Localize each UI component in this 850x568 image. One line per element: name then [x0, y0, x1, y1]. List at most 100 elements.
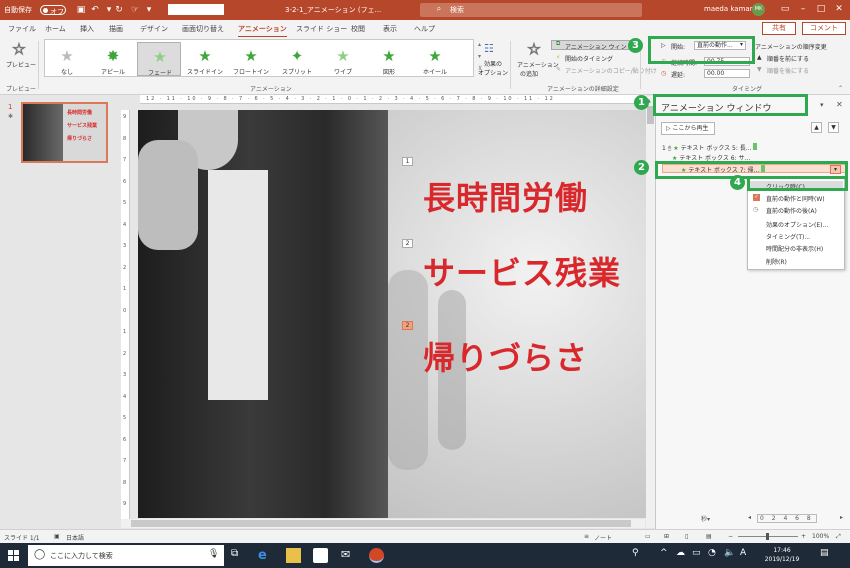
- reading-view-icon[interactable]: ▯: [685, 533, 688, 540]
- tab-help[interactable]: ヘルプ: [414, 24, 435, 34]
- tray-up-icon[interactable]: ^: [660, 548, 675, 563]
- zoom-in-icon[interactable]: +: [801, 533, 806, 540]
- anim-float-in[interactable]: ★ フロートイン: [229, 42, 273, 76]
- animation-tag[interactable]: 2: [402, 239, 413, 248]
- seconds-label[interactable]: 秒▾: [701, 514, 710, 523]
- preview-star-icon[interactable]: ☆: [11, 41, 27, 58]
- slide-canvas[interactable]: 長時間労働 サービス残業 帰りづらさ: [138, 110, 646, 518]
- language[interactable]: 日本語: [66, 533, 84, 542]
- save-icon[interactable]: ▣: [76, 5, 86, 15]
- trigger-label[interactable]: 開始のタイミング: [565, 54, 613, 63]
- undo-dropdown-icon[interactable]: ▾: [104, 5, 114, 15]
- anim-wheel[interactable]: ★ ホイール: [413, 42, 457, 76]
- anim-wipe[interactable]: ★ ワイプ: [321, 42, 365, 76]
- add-animation-label[interactable]: アニメーション: [517, 60, 559, 69]
- avatar[interactable]: MK: [752, 3, 765, 16]
- effect-options-label[interactable]: 効果の: [484, 59, 502, 68]
- slide-text-line2[interactable]: サービス残業: [423, 248, 621, 294]
- gallery-scroll-down-icon[interactable]: ▾: [478, 53, 481, 60]
- spellcheck-icon[interactable]: ▣: [54, 533, 60, 540]
- anim-none[interactable]: ★ なし: [45, 42, 89, 76]
- play-from-button[interactable]: ▷ ここから再生: [661, 122, 715, 135]
- maximize-icon[interactable]: □: [814, 2, 828, 16]
- menu-timing[interactable]: タイミング(T)...: [766, 232, 810, 241]
- powerpoint-icon[interactable]: [369, 548, 384, 563]
- menu-with-previous[interactable]: 直前の動作と同時(W): [766, 194, 825, 203]
- share-button[interactable]: 共有: [762, 22, 796, 35]
- tab-transitions[interactable]: 画面切り替え: [182, 24, 224, 34]
- title-search-box[interactable]: ⌕ 検索: [420, 3, 642, 17]
- microphone-icon[interactable]: 🎙: [208, 549, 219, 559]
- tab-review[interactable]: 校閲: [351, 24, 365, 34]
- store-icon[interactable]: [313, 548, 328, 563]
- anim-list-item[interactable]: 1 🖰 ★ テキスト ボックス 5: 長...: [662, 143, 847, 152]
- menu-after-previous[interactable]: 直前の動作の後(A): [766, 206, 817, 215]
- ribbon-display-icon[interactable]: ▭: [778, 2, 792, 16]
- edge-icon[interactable]: e: [258, 548, 273, 563]
- tab-animations[interactable]: アニメーション: [238, 24, 287, 38]
- horizontal-scrollbar[interactable]: [121, 519, 645, 528]
- taskbar-search-box[interactable]: ◯ ここに入力して検索 🎙: [28, 545, 224, 566]
- anim-painter-label[interactable]: アニメーションのコピー/貼り付け: [565, 66, 657, 75]
- normal-view-icon[interactable]: ▭: [645, 533, 651, 540]
- close-icon[interactable]: ✕: [832, 2, 846, 16]
- anim-appear[interactable]: ✸ アピール: [91, 42, 135, 76]
- anim-fade[interactable]: ★ フェード: [137, 42, 181, 77]
- move-earlier-label[interactable]: 順番を前にする: [767, 54, 809, 63]
- tab-view[interactable]: 表示: [383, 24, 397, 34]
- notes-button[interactable]: ノート: [594, 533, 612, 542]
- redo-icon[interactable]: ↻: [114, 5, 124, 15]
- seconds-right-icon[interactable]: ▸: [840, 514, 843, 521]
- slide-text-line1[interactable]: 長時間労働: [423, 173, 588, 219]
- add-animation-star-icon[interactable]: ☆: [526, 41, 542, 58]
- slideshow-view-icon[interactable]: ▤: [706, 533, 712, 540]
- anim-fly-in[interactable]: ★ スライドイン: [183, 42, 227, 76]
- vertical-scrollbar[interactable]: ▲: [646, 96, 655, 528]
- effect-options-icon[interactable]: ☷: [484, 42, 494, 55]
- animation-tag[interactable]: 1: [402, 157, 413, 166]
- comment-button[interactable]: コメント: [802, 22, 846, 35]
- battery-icon[interactable]: ▭: [692, 548, 707, 563]
- pane-close-icon[interactable]: ✕: [836, 100, 843, 109]
- anim-shape[interactable]: ★ 図形: [367, 42, 411, 76]
- font-box[interactable]: [168, 4, 224, 15]
- windows-start-icon[interactable]: [8, 550, 19, 561]
- customize-icon[interactable]: ▾: [144, 5, 154, 15]
- menu-hide-timeline[interactable]: 時間配分の非表示(H): [766, 244, 823, 253]
- tab-slideshow[interactable]: スライド ショー: [296, 24, 347, 34]
- add-animation-label2[interactable]: の追加: [520, 69, 538, 78]
- network-icon[interactable]: ◔: [708, 548, 723, 563]
- minimize-icon[interactable]: –: [796, 2, 810, 16]
- sorter-view-icon[interactable]: ⊞: [664, 533, 669, 540]
- seconds-left-icon[interactable]: ◂: [748, 514, 751, 521]
- menu-remove[interactable]: 削除(R): [766, 257, 787, 266]
- task-view-icon[interactable]: ⧉: [231, 548, 246, 563]
- fit-slide-icon[interactable]: ⤢: [836, 533, 841, 541]
- slide-thumbnail[interactable]: 長時間労働 サービス残業 帰りづらさ: [21, 102, 108, 163]
- zoom-out-icon[interactable]: −: [728, 533, 733, 540]
- slide-text-line3[interactable]: 帰りづらさ: [423, 333, 588, 379]
- menu-effect-options[interactable]: 効果のオプション(E)...: [766, 220, 828, 229]
- undo-icon[interactable]: ↶: [90, 5, 100, 15]
- file-explorer-icon[interactable]: [286, 548, 301, 563]
- move-later-label[interactable]: 順番を後にする: [767, 66, 809, 75]
- collapse-ribbon-icon[interactable]: ⌃: [838, 85, 843, 92]
- delay-input[interactable]: 00.00: [704, 69, 750, 78]
- anim-split[interactable]: ✦ スプリット: [275, 42, 319, 76]
- volume-icon[interactable]: 🔈: [724, 548, 739, 563]
- gallery-scroll-up-icon[interactable]: ▴: [478, 41, 481, 48]
- tab-design[interactable]: デザイン: [140, 24, 168, 34]
- touch-mode-icon[interactable]: ☞: [130, 5, 140, 15]
- zoom-level[interactable]: 100%: [812, 533, 829, 540]
- zoom-slider-thumb[interactable]: [766, 533, 769, 540]
- effect-options-label2[interactable]: オプション: [478, 68, 508, 77]
- pane-options-icon[interactable]: ▾: [820, 101, 824, 109]
- taskbar-clock[interactable]: 17:46 2019/12/19: [752, 546, 812, 564]
- people-icon[interactable]: ⚲: [632, 548, 647, 563]
- mail-icon[interactable]: ✉: [341, 548, 356, 563]
- autosave-toggle[interactable]: オフ: [40, 5, 66, 16]
- cloud-icon[interactable]: ☁: [676, 548, 691, 563]
- animation-tag-selected[interactable]: 2: [402, 321, 413, 330]
- notes-icon[interactable]: ≡: [584, 533, 589, 540]
- tab-home[interactable]: ホーム: [45, 24, 66, 34]
